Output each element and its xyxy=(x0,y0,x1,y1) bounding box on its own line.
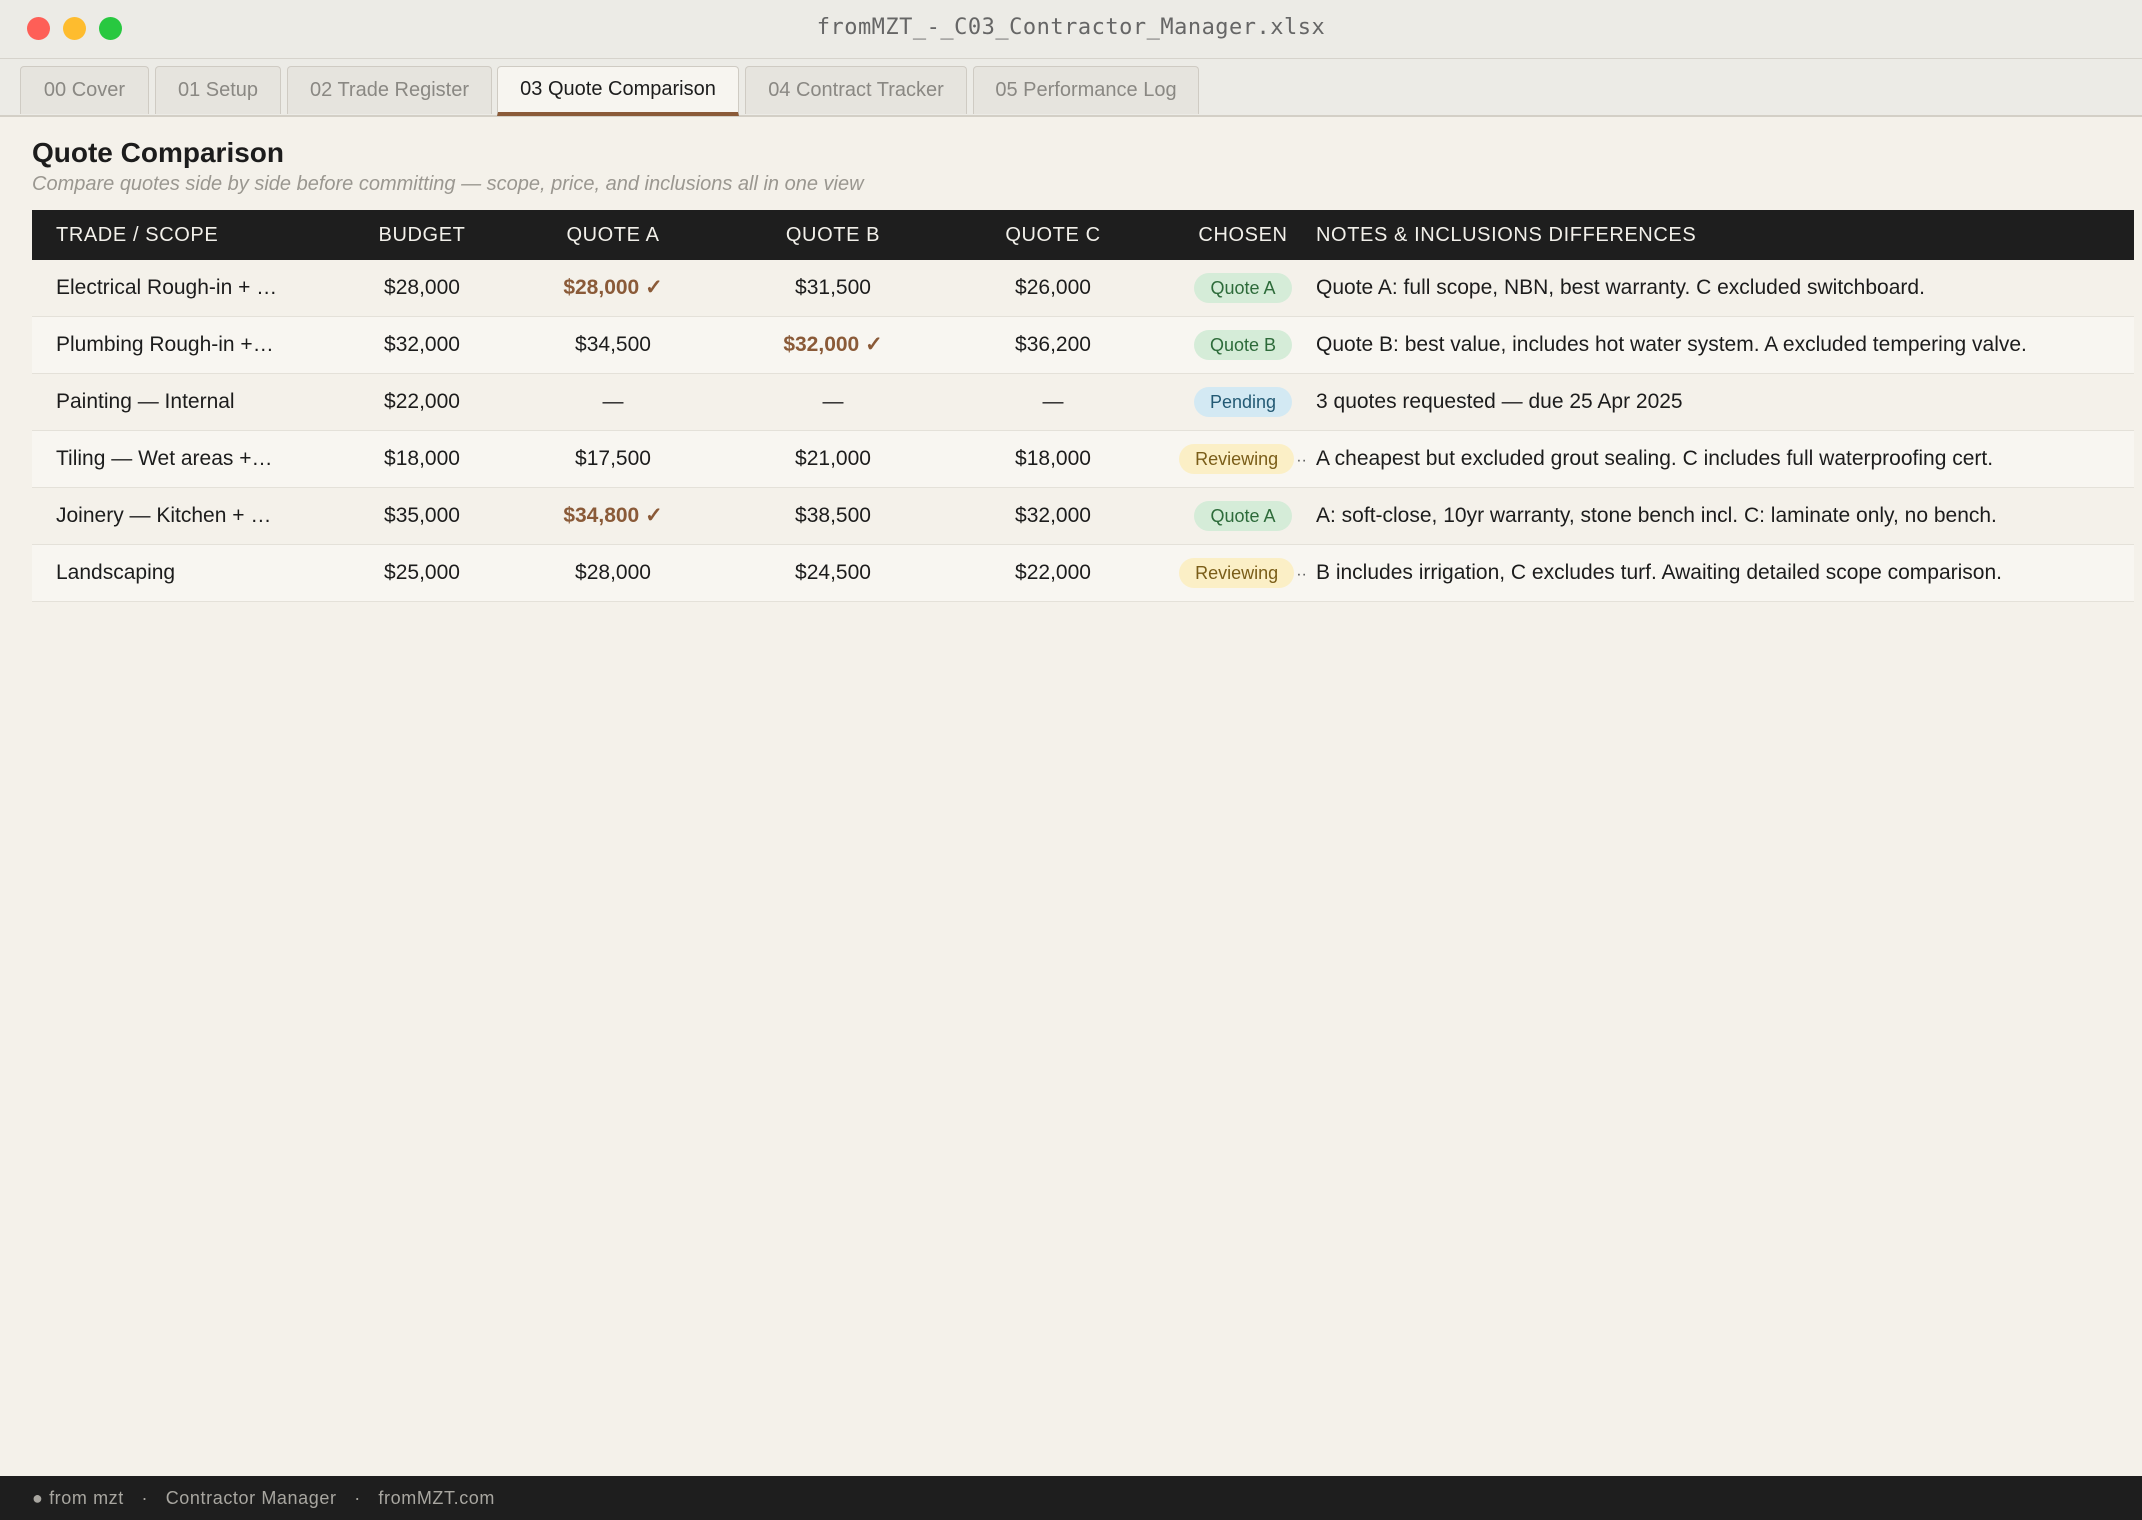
footer-separator: · xyxy=(354,1488,361,1508)
cell-quote-b[interactable]: $38,500 xyxy=(723,488,943,544)
cell-budget[interactable]: $35,000 xyxy=(322,488,522,544)
window-title: fromMZT_-_C03_Contractor_Manager.xlsx xyxy=(816,15,1326,40)
cell-chosen[interactable]: Pending xyxy=(1163,374,1323,430)
status-badge: Reviewing xyxy=(1179,444,1295,475)
tab-quote-comparison[interactable]: 03 Quote Comparison xyxy=(497,66,739,116)
cell-chosen[interactable]: Quote B xyxy=(1163,317,1323,373)
cell-quote-c[interactable]: — xyxy=(943,374,1163,430)
cell-trade[interactable]: Landscaping xyxy=(56,545,296,601)
cell-notes[interactable]: 3 quotes requested — due 25 Apr 2025 xyxy=(1316,374,2126,430)
cell-quote-c[interactable]: $32,000 xyxy=(943,488,1163,544)
table-row[interactable]: Joinery — Kitchen + … $35,000 $34,800 ✓ $38… xyxy=(32,488,2134,545)
cell-quote-a[interactable]: $28,000 ✓ xyxy=(503,260,723,316)
table-row[interactable]: Painting — Internal $22,000— — — Pending 3 qu… xyxy=(32,374,2134,431)
cell-budget[interactable]: $32,000 xyxy=(322,317,522,373)
status-badge: Reviewing xyxy=(1179,558,1295,589)
quote-comparison-table: TRADE / SCOPE BUDGET QUOTE A QUOTE B QUO… xyxy=(32,210,2134,602)
cell-quote-a[interactable]: $34,800 ✓ xyxy=(503,488,723,544)
table-row[interactable]: Tiling — Wet areas +… $18,000 $17,500 $21,0… xyxy=(32,431,2134,488)
cell-quote-b[interactable]: $24,500 xyxy=(723,545,943,601)
column-header-budget[interactable]: BUDGET xyxy=(322,210,522,260)
cell-quote-c[interactable]: $18,000 xyxy=(943,431,1163,487)
cell-trade[interactable]: Joinery — Kitchen + … xyxy=(56,488,296,544)
cell-trade[interactable]: Tiling — Wet areas +… xyxy=(56,431,296,487)
tab-setup[interactable]: 01 Setup xyxy=(155,66,281,114)
cell-quote-b[interactable]: — xyxy=(723,374,943,430)
cell-chosen[interactable]: Reviewing ·· xyxy=(1163,431,1323,487)
footer-bar: ● from mzt · Contractor Manager · fromMZ… xyxy=(0,1476,2142,1520)
overflow-indicator-icon: ·· xyxy=(1296,452,1307,469)
title-bar: fromMZT_-_C03_Contractor_Manager.xlsx xyxy=(0,0,2142,59)
page-subtitle: Compare quotes side by side before commi… xyxy=(32,173,864,195)
cell-quote-a[interactable]: $17,500 xyxy=(503,431,723,487)
table-body: Electrical Rough-in + … $28,000 $28,000 ✓ $… xyxy=(32,260,2134,602)
column-header-quote-a[interactable]: QUOTE A xyxy=(503,210,723,260)
app-window: fromMZT_-_C03_Contractor_Manager.xlsx 00… xyxy=(0,0,2142,1520)
cell-budget[interactable]: $25,000 xyxy=(322,545,522,601)
status-badge: Pending xyxy=(1193,387,1293,418)
footer-product: Contractor Manager xyxy=(165,1488,337,1508)
column-header-quote-b[interactable]: QUOTE B xyxy=(723,210,943,260)
tab-performance-log[interactable]: 05 Performance Log xyxy=(973,66,1199,114)
tab-trade-register[interactable]: 02 Trade Register xyxy=(287,66,492,114)
cell-notes[interactable]: A: soft-close, 10yr warranty, stone benc… xyxy=(1316,488,2126,544)
column-header-quote-c[interactable]: QUOTE C xyxy=(943,210,1163,260)
status-badge: Quote B xyxy=(1193,330,1293,361)
cell-budget[interactable]: $22,000 xyxy=(322,374,522,430)
column-header-notes[interactable]: NOTES & INCLUSIONS DIFFERENCES xyxy=(1316,210,1696,260)
table-row[interactable]: Landscaping $25,000 $28,000 $24,500 $22,000 R… xyxy=(32,545,2134,602)
table-header-row: TRADE / SCOPE BUDGET QUOTE A QUOTE B QUO… xyxy=(32,210,2134,260)
table-row[interactable]: Plumbing Rough-in +… $32,000 $34,500 $32,00… xyxy=(32,317,2134,374)
cell-trade[interactable]: Electrical Rough-in + … xyxy=(56,260,296,316)
column-header-chosen[interactable]: CHOSEN xyxy=(1163,210,1323,260)
cell-budget[interactable]: $28,000 xyxy=(322,260,522,316)
cell-quote-a[interactable]: $34,500 xyxy=(503,317,723,373)
tab-cover[interactable]: 00 Cover xyxy=(20,66,149,114)
overflow-indicator-icon: ·· xyxy=(1296,566,1307,583)
page-title: Quote Comparison xyxy=(32,137,285,168)
cell-quote-c[interactable]: $36,200 xyxy=(943,317,1163,373)
cell-chosen[interactable]: Quote A xyxy=(1163,260,1323,316)
cell-quote-a[interactable]: $28,000 xyxy=(503,545,723,601)
cell-quote-b[interactable]: $31,500 xyxy=(723,260,943,316)
footer-site-link[interactable]: fromMZT.com xyxy=(378,1488,495,1508)
cell-chosen[interactable]: Quote A xyxy=(1163,488,1323,544)
cell-quote-b[interactable]: $21,000 xyxy=(723,431,943,487)
footer-brand: ● from mzt xyxy=(32,1488,124,1508)
cell-budget[interactable]: $18,000 xyxy=(322,431,522,487)
cell-trade[interactable]: Plumbing Rough-in +… xyxy=(56,317,296,373)
cell-quote-c[interactable]: $22,000 xyxy=(943,545,1163,601)
cell-chosen[interactable]: Reviewing ·· xyxy=(1163,545,1323,601)
cell-trade[interactable]: Painting — Internal xyxy=(56,374,296,430)
table-row[interactable]: Electrical Rough-in + … $28,000 $28,000 ✓ $… xyxy=(32,260,2134,317)
cell-notes[interactable]: B includes irrigation, C excludes turf. … xyxy=(1316,545,2126,601)
cell-notes[interactable]: Quote B: best value, includes hot water … xyxy=(1316,317,2126,373)
column-header-trade[interactable]: TRADE / SCOPE xyxy=(56,210,218,260)
cell-quote-b[interactable]: $32,000 ✓ xyxy=(723,317,943,373)
footer-separator: · xyxy=(141,1488,149,1508)
tab-contract-tracker[interactable]: 04 Contract Tracker xyxy=(745,66,967,114)
status-badge: Quote A xyxy=(1194,501,1292,532)
cell-quote-c[interactable]: $26,000 xyxy=(943,260,1163,316)
cell-quote-a[interactable]: — xyxy=(503,374,723,430)
sheet-tab-bar: 00 Cover 01 Setup 02 Trade Register 03 Q… xyxy=(0,59,2142,117)
cell-notes[interactable]: A cheapest but excluded grout sealing. C… xyxy=(1316,431,2126,487)
status-badge: Quote A xyxy=(1194,273,1292,304)
cell-notes[interactable]: Quote A: full scope, NBN, best warranty.… xyxy=(1316,260,2126,316)
